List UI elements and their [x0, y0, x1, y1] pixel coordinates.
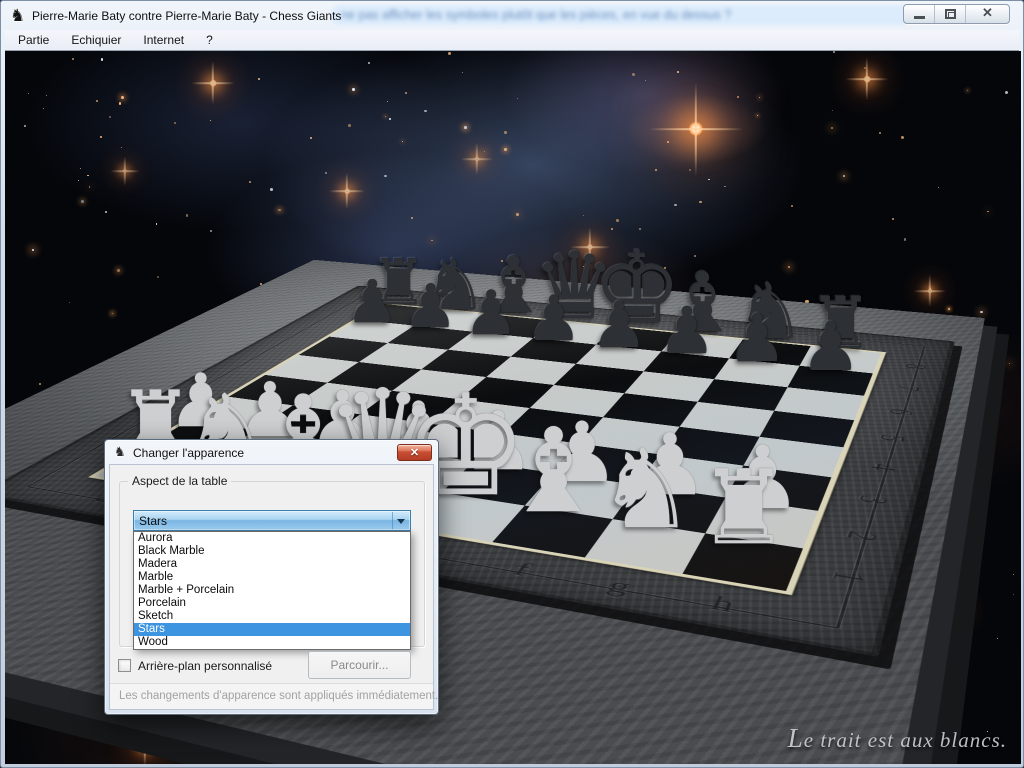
- browse-button[interactable]: Parcourir...: [308, 651, 411, 679]
- group-label: Aspect de la table: [128, 474, 231, 488]
- dropdown-option[interactable]: Marble: [134, 571, 410, 584]
- window-controls: ✕: [903, 4, 1010, 24]
- custom-background-checkbox[interactable]: [118, 659, 131, 672]
- combobox-value: Stars: [139, 514, 167, 528]
- knight-icon: ♞: [114, 445, 126, 459]
- chevron-down-icon[interactable]: [392, 512, 409, 529]
- minimize-icon: [914, 16, 925, 19]
- dropdown-option[interactable]: Wood: [134, 636, 410, 649]
- menu-item-echiquier[interactable]: Echiquier: [60, 30, 132, 51]
- dropdown-option[interactable]: Aurora: [134, 532, 410, 545]
- close-icon: ✕: [398, 445, 431, 460]
- menu-item-partie[interactable]: Partie: [7, 30, 60, 51]
- game-viewport: abcdefgh12345678 ♜♞♝♛♚♝♞♜♟♟♟♟♟♟♟♟♟♟♟♟♟♟♟…: [5, 51, 1021, 764]
- dialog-close-button[interactable]: ✕: [397, 444, 432, 461]
- tooltip-ghost-text: ne pas afficher les symboles plutôt que …: [341, 8, 911, 22]
- close-button[interactable]: ✕: [966, 5, 1009, 23]
- turn-indicator: Le trait est aux blancs.: [788, 723, 1007, 754]
- dialog-status-bar: Les changements d'apparence sont appliqu…: [110, 683, 433, 709]
- knight-icon: ♞: [10, 7, 28, 25]
- status-text: Les changements d'apparence sont appliqu…: [110, 684, 433, 702]
- checkbox-label: Arrière-plan personnalisé: [138, 659, 272, 673]
- close-icon: ✕: [966, 6, 1009, 21]
- window-title: Pierre-Marie Baty contre Pierre-Marie Ba…: [32, 9, 341, 23]
- appearance-dialog: ♞ Changer l'apparence ✕ Aspect de la tab…: [104, 439, 439, 715]
- maximize-button[interactable]: [935, 5, 966, 23]
- menu-bar: PartieEchiquierInternet?: [5, 30, 1019, 51]
- dropdown-option[interactable]: Sketch: [134, 610, 410, 623]
- dialog-body: Aspect de la table Stars AuroraBlack Mar…: [109, 464, 434, 710]
- title-bar: ne pas afficher les symboles plutôt que …: [1, 1, 1023, 30]
- combobox-dropdown-list: AuroraBlack MarbleMaderaMarbleMarble + P…: [133, 531, 411, 650]
- dropdown-option[interactable]: Porcelain: [134, 597, 410, 610]
- menu-item-[interactable]: ?: [195, 30, 224, 51]
- dropdown-option[interactable]: Madera: [134, 558, 410, 571]
- dropdown-option[interactable]: Stars: [134, 623, 410, 636]
- dialog-title: Changer l'apparence: [133, 446, 244, 460]
- minimize-button[interactable]: [904, 5, 935, 23]
- app-window: ne pas afficher les symboles plutôt que …: [0, 0, 1024, 768]
- table-aspect-combobox[interactable]: Stars: [133, 510, 411, 531]
- restore-icon: [945, 9, 956, 19]
- dropdown-option[interactable]: Marble + Porcelain: [134, 584, 410, 597]
- menu-item-internet[interactable]: Internet: [132, 30, 195, 51]
- dropdown-option[interactable]: Black Marble: [134, 545, 410, 558]
- dialog-title-bar[interactable]: ♞ Changer l'apparence ✕: [105, 440, 438, 464]
